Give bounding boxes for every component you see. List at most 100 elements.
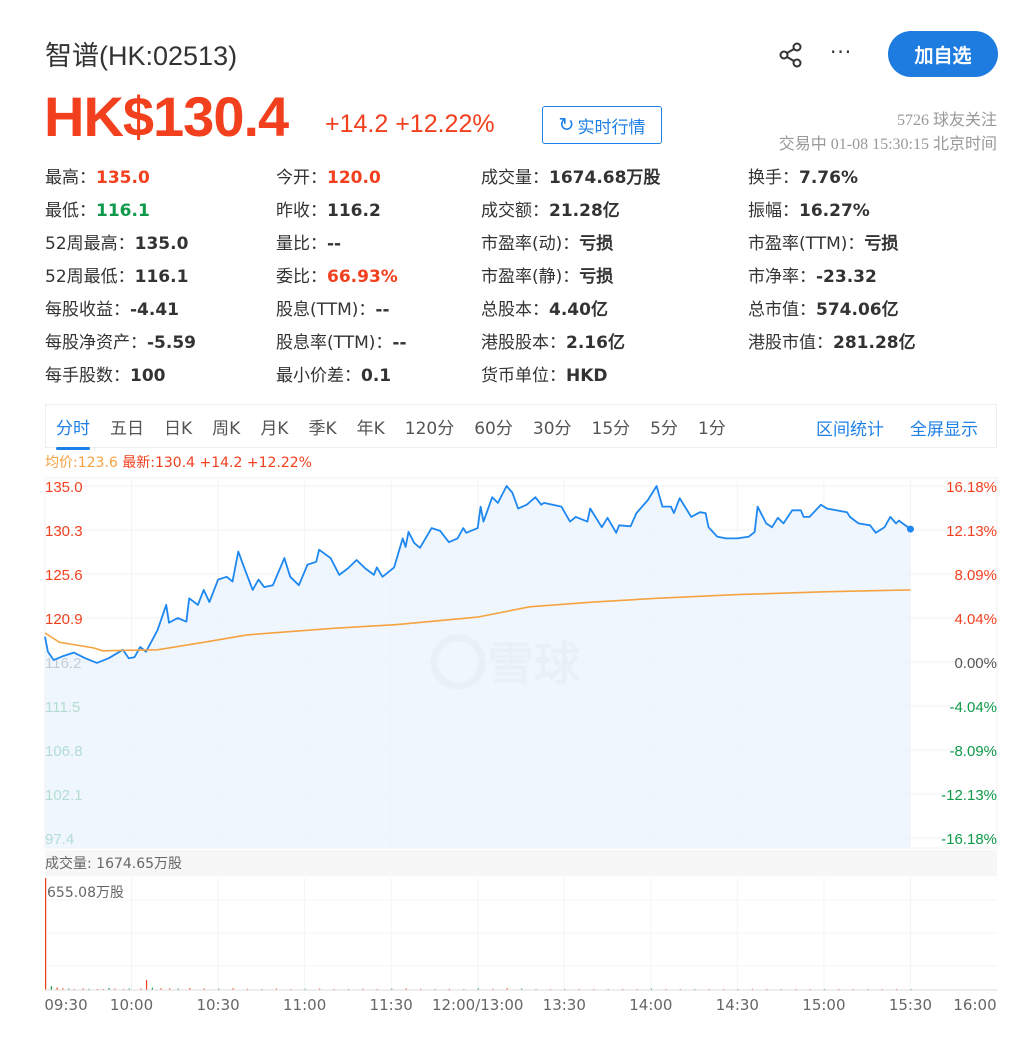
tab-6[interactable]: 年K [357,414,385,439]
stat-value: 1674.68万股 [549,168,661,188]
volume-header: 成交量: 1674.65万股 [45,850,997,876]
stat-value: -4.41 [130,300,179,320]
pct-tick-label: -16.18% [941,831,997,848]
stat-label: 52周最低： [45,267,135,287]
stat-label: 成交额： [481,201,549,221]
fullscreen-button[interactable]: 全屏显示 [910,415,978,440]
stat-item: 昨收：116.2 [276,196,381,221]
tab-10[interactable]: 15分 [592,414,631,439]
stat-value: -- [392,333,407,353]
stat-value: 亏损 [579,234,614,254]
tab-0[interactable]: 分时 [56,414,90,450]
stat-value: 116.2 [327,201,381,221]
stat-label: 市盈率(动)： [481,234,580,254]
tab-9[interactable]: 30分 [533,414,572,439]
time-tick: 12:00/13:00 [431,996,524,1014]
stat-label: 港股股本： [481,333,566,353]
stat-item: 货币单位：HKD [481,361,608,386]
pct-tick-label: -4.04% [949,699,997,716]
y-tick-label: 120.9 [45,611,83,628]
stat-item: 每股收益：-4.41 [45,295,179,320]
stat-label: 股息(TTM)： [276,300,376,320]
intraday-chart[interactable]: 135.0 16.18% 130.3 12.13% 125.6 8.09% 120.9 4.0… [0,470,1024,1000]
stat-item: 总市值：574.06亿 [748,295,899,320]
realtime-quote-label: 实时行情 [577,117,646,138]
stat-item: 换手：7.76% [748,163,858,188]
time-tick: 15:00 [802,996,846,1014]
realtime-quote-button[interactable]: ↻ 实时行情 [542,106,662,144]
stat-label: 总市值： [748,300,816,320]
stat-item: 市盈率(动)：亏损 [481,229,613,254]
pct-tick-label: 12.13% [946,523,997,540]
refresh-icon: ↻ [558,114,575,136]
range-stats-button[interactable]: 区间统计 [816,415,884,440]
stat-value: -23.32 [816,267,877,287]
tab-8[interactable]: 60分 [474,414,513,439]
stat-label: 最高： [45,168,96,188]
stat-label: 最低： [45,201,96,221]
stat-item: 港股股本：2.16亿 [481,328,625,353]
stat-value: 亏损 [579,267,614,287]
time-tick: 15:30 [888,996,933,1014]
volume-bar [145,980,148,990]
stat-value: 21.28亿 [549,201,620,221]
stat-value: 116.1 [134,267,189,287]
stat-value: 4.40亿 [549,300,608,320]
share-icon[interactable] [778,42,804,72]
tab-7[interactable]: 120分 [405,414,454,439]
stat-label: 总股本： [481,300,549,320]
current-price: HK$130.4 [44,85,289,148]
add-watchlist-button[interactable]: 加自选 [888,31,998,77]
tab-11[interactable]: 5分 [650,414,678,439]
time-tick: 11:30 [369,996,413,1014]
stat-item: 市净率：-23.32 [748,262,877,287]
stat-item: 成交额：21.28亿 [481,196,620,221]
stat-item: 股息(TTM)：-- [276,295,390,320]
stat-value: 7.76% [799,168,858,188]
time-tick: 14:30 [715,996,759,1014]
time-tick: 13:30 [542,996,586,1014]
stat-label: 每手股数： [45,366,130,386]
stat-label: 港股市值： [748,333,833,353]
stat-item: 最低：116.1 [45,196,150,221]
stat-item: 市盈率(TTM)：亏损 [748,229,898,254]
y-tick-label: 135.0 [45,479,83,496]
stat-value: 135.0 [134,234,189,254]
pct-tick-label: 0.00% [954,655,997,672]
stat-label: 昨收： [276,201,327,221]
stat-value: 100 [130,366,166,386]
time-tick: 16:00 [953,996,997,1014]
stat-value: 120.0 [327,168,381,188]
stat-item: 委比：66.93% [276,262,398,287]
stat-item: 52周最高：135.0 [45,229,188,254]
y-tick-label: 130.3 [45,523,83,540]
time-tick: 10:00 [109,996,154,1014]
tab-4[interactable]: 月K [260,414,288,439]
pct-tick-label: -8.09% [949,743,997,760]
stat-item: 总股本：4.40亿 [481,295,608,320]
stat-label: 货币单位： [481,366,566,386]
stat-value: 116.1 [96,201,150,221]
pct-tick-label: 8.09% [954,567,997,584]
last-price-dot [906,525,914,533]
tab-1[interactable]: 五日 [110,414,144,439]
tab-5[interactable]: 季K [308,414,336,439]
stat-item: 港股市值：281.28亿 [748,328,916,353]
stat-item: 股息率(TTM)：-- [276,328,407,353]
stat-label: 市盈率(静)： [481,267,580,287]
tab-2[interactable]: 日K [164,414,192,439]
tab-12[interactable]: 1分 [698,414,726,439]
more-icon[interactable]: ··· [830,40,852,64]
stat-value: 135.0 [96,168,150,188]
stat-value: 0.1 [361,366,392,386]
stat-label: 成交量： [481,168,549,188]
stat-label: 市净率： [748,267,816,287]
time-tick: 10:30 [196,996,240,1014]
stat-label: 量比： [276,234,327,254]
stat-label: 52周最高： [45,234,135,254]
stat-label: 市盈率(TTM)： [748,234,865,254]
stat-label: 股息率(TTM)： [276,333,393,353]
price-change: +14.2 +12.22% [325,110,495,138]
tab-3[interactable]: 周K [212,414,240,439]
stat-value: -5.59 [147,333,196,353]
